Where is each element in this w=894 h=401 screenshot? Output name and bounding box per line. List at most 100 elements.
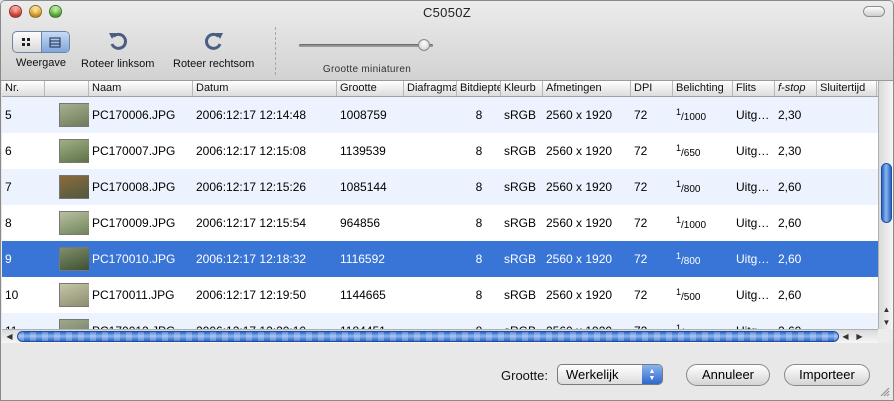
cell-name: PC170010.JPG (92, 252, 176, 266)
thumbnail-size-slider[interactable] (299, 39, 439, 53)
cell-nr: 10 (5, 288, 19, 302)
column-header-fstop[interactable]: f-stop (775, 81, 817, 96)
cell-size: 1116592 (340, 252, 385, 266)
vertical-scrollbar[interactable]: ▲ ▼ (878, 81, 893, 343)
table-row[interactable]: 11PC170012.JPG2006:12:17 12:20:101184451… (2, 313, 878, 329)
cell-color: sRGB (504, 288, 537, 302)
cell-dimensions: 2560 x 1920 (546, 180, 613, 194)
cell-bitdepth: 8 (475, 144, 483, 158)
cell-bitdepth: 8 (475, 252, 483, 266)
column-header-size[interactable]: Grootte (337, 81, 404, 96)
cell-dpi: 72 (634, 216, 648, 230)
photo-table: Nr. Naam Datum Grootte Diafragma Bitdiep… (2, 81, 893, 343)
toolbar-toggle-button[interactable] (863, 6, 885, 17)
thumbnail-size-label: Grootte miniaturen (322, 64, 412, 75)
cell-exposure: 1/1000 (673, 215, 733, 231)
rotate-left-button[interactable]: Roteer linksom (81, 31, 154, 70)
exposure-denominator: /500 (681, 292, 701, 303)
view-segmented-control[interactable] (12, 31, 70, 53)
rotate-left-label: Roteer linksom (81, 58, 155, 70)
cell-size: 1144665 (340, 288, 386, 302)
column-header-bitdepth[interactable]: Bitdiepte (457, 81, 501, 96)
cell-thumbnail (45, 139, 89, 163)
cell-dpi: 72 (634, 144, 648, 158)
cell-thumbnail (45, 283, 89, 307)
cell-fstop: 2,60 (778, 216, 802, 230)
cell-thumbnail (45, 319, 89, 329)
cell-color: sRGB (504, 180, 537, 194)
cell-name: PC170009.JPG (92, 216, 176, 230)
exposure-denominator: /800 (681, 256, 701, 267)
table-row[interactable]: 8 PC170009.JPG 2006:12:17 12:15:54 964856 8 s… (2, 205, 878, 241)
cell-nr: 7 (5, 180, 12, 194)
cell-name: PC170011.JPG (92, 288, 175, 302)
vertical-scroll-thumb[interactable] (881, 163, 892, 223)
cell-dimensions: 2560 x 1920 (546, 144, 613, 158)
import-window: C5050Z Weergave Roteer linksom Roteer re… (0, 0, 894, 401)
scroll-right-icon[interactable]: ▶ (853, 330, 866, 343)
cell-fstop: 2,60 (778, 252, 802, 266)
column-header-flash[interactable]: Flits (733, 81, 775, 96)
cell-nr: 5 (5, 108, 12, 122)
table-row[interactable]: 7 PC170008.JPG 2006:12:17 12:15:26 1085144 8… (2, 169, 878, 205)
exposure-denominator: /1000 (681, 220, 707, 231)
column-header-name[interactable]: Naam (89, 81, 193, 96)
column-header-nr[interactable]: Nr. (2, 81, 45, 96)
photo-thumbnail (59, 319, 89, 329)
window-title: C5050Z (422, 5, 472, 20)
import-button[interactable]: Importeer (784, 364, 870, 386)
table-row[interactable]: 6 PC170007.JPG 2006:12:17 12:15:08 1139539 8… (2, 133, 878, 169)
photo-thumbnail (59, 103, 89, 127)
cell-flash: Uitg… (736, 288, 770, 302)
horizontal-scrollbar[interactable]: ◀ ◀ ▶ (2, 329, 878, 343)
cell-size: 1008759 (340, 108, 387, 122)
column-header-aperture[interactable]: Diafragma (404, 81, 457, 96)
grid-view-icon[interactable] (13, 32, 41, 52)
table-row[interactable]: 9 PC170010.JPG 2006:12:17 12:18:32 1116592 8… (2, 241, 878, 277)
table-row[interactable]: 5 PC170006.JPG 2006:12:17 12:14:48 1008759 8… (2, 97, 878, 133)
cell-size: 964856 (340, 216, 381, 230)
cell-date: 2006:12:17 12:19:50 (196, 288, 307, 302)
size-popup[interactable]: Werkelijk ▲ ▼ (557, 364, 663, 385)
cell-date: 2006:12:17 12:18:32 (196, 252, 307, 266)
cell-thumbnail (45, 103, 89, 127)
photo-thumbnail (59, 211, 89, 235)
horizontal-scroll-thumb[interactable] (17, 331, 839, 342)
cancel-button[interactable]: Annuleer (686, 364, 770, 386)
cell-dimensions: 2560 x 1920 (546, 108, 613, 122)
cell-date: 2006:12:17 12:14:48 (196, 108, 307, 122)
table-row[interactable]: 10 PC170011.JPG 2006:12:17 12:19:50 1144665… (2, 277, 878, 313)
cell-nr: 8 (5, 216, 12, 230)
resize-grip-icon[interactable] (880, 387, 890, 397)
scroll-corner (878, 329, 893, 343)
cell-color: sRGB (504, 144, 537, 158)
cell-size: 1139539 (340, 144, 386, 158)
cell-dimensions: 2560 x 1920 (546, 288, 613, 302)
cell-color: sRGB (504, 252, 537, 266)
slider-knob[interactable] (418, 39, 430, 51)
cell-flash: Uitg… (736, 108, 770, 122)
rotate-right-button[interactable]: Roteer rechtsom (173, 31, 254, 70)
column-header-dimensions[interactable]: Afmetingen (543, 81, 631, 96)
cell-exposure: 1/650 (673, 143, 733, 159)
column-header-shutter[interactable]: Sluitertijd (817, 81, 877, 96)
cell-flash: Uitg… (736, 252, 770, 266)
scroll-left-end-icon[interactable]: ◀ (839, 330, 852, 343)
cell-thumbnail (45, 175, 89, 199)
cell-exposure: 1/800 (673, 179, 733, 195)
scroll-down-icon[interactable]: ▼ (879, 316, 893, 329)
popup-arrows-icon: ▲ ▼ (642, 365, 662, 384)
cell-flash: Uitg… (736, 216, 770, 230)
column-header-dpi[interactable]: DPI (631, 81, 673, 96)
column-header-color[interactable]: Kleurb (501, 81, 543, 96)
column-header-exposure[interactable]: Belichting (673, 81, 733, 96)
cell-dpi: 72 (634, 180, 648, 194)
column-header-thumbnail[interactable] (45, 81, 89, 96)
scroll-up-icon[interactable]: ▲ (879, 303, 893, 316)
column-header-date[interactable]: Datum (193, 81, 337, 96)
cell-bitdepth: 8 (475, 108, 483, 122)
exposure-denominator: /800 (681, 184, 701, 195)
cell-date: 2006:12:17 12:15:26 (196, 180, 307, 194)
scroll-left-icon[interactable]: ◀ (3, 330, 16, 343)
list-view-icon[interactable] (40, 32, 69, 52)
